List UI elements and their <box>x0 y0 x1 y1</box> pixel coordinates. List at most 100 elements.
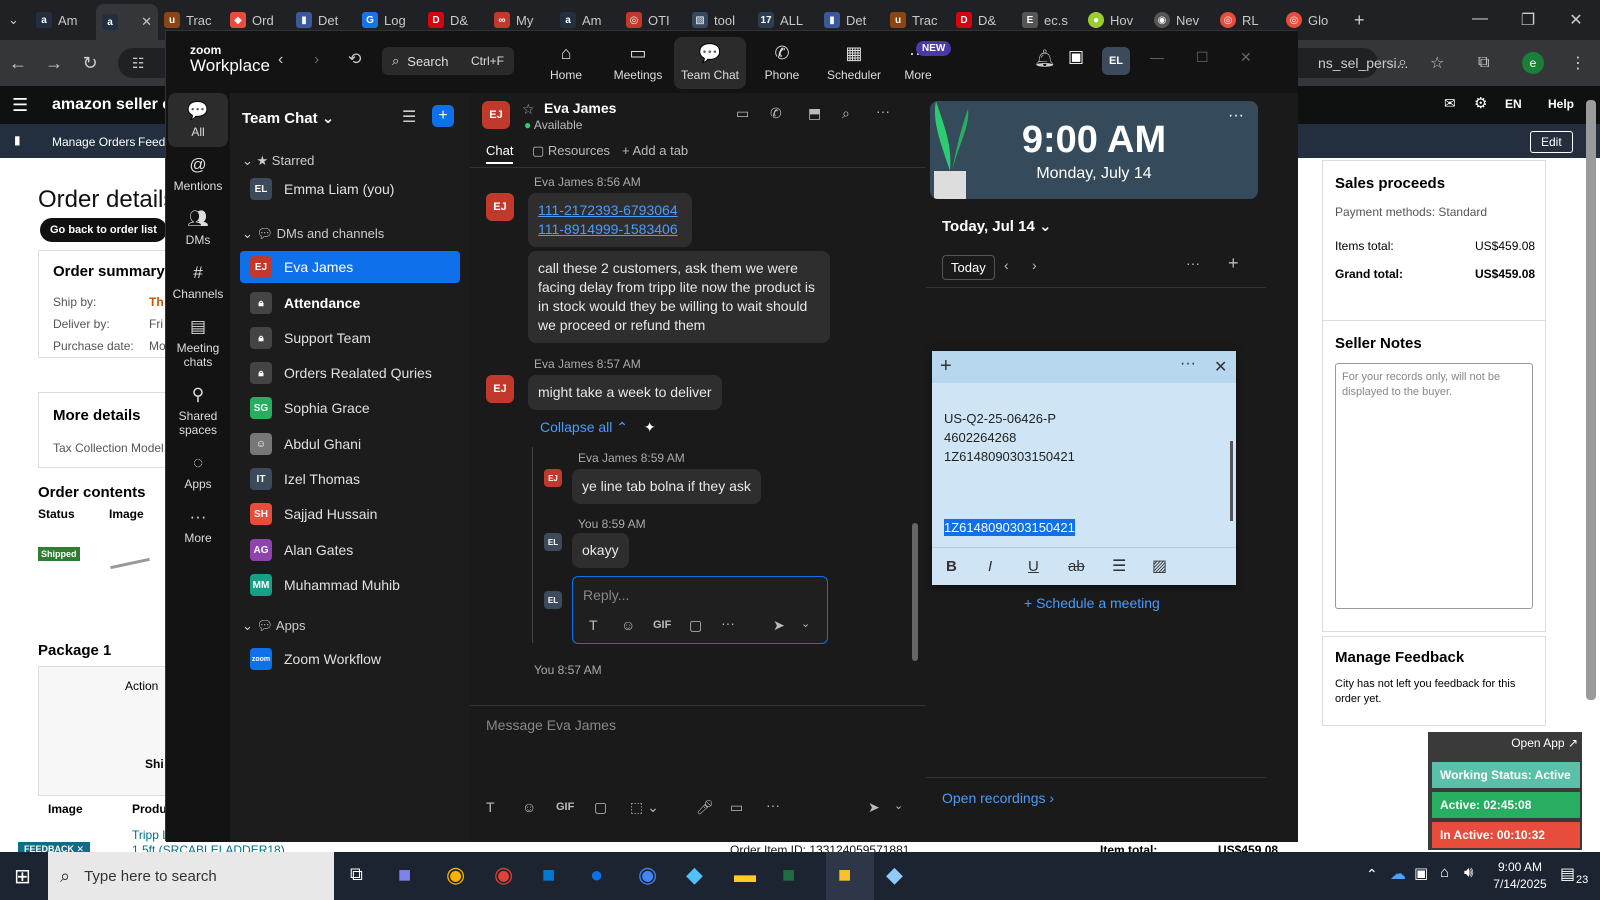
list-icon[interactable]: ☰ <box>1112 556 1126 576</box>
gift-icon[interactable]: ▣ <box>1068 47 1084 67</box>
app-icon[interactable]: ◆ <box>686 862 703 888</box>
send-icon[interactable]: ➤ <box>773 617 785 634</box>
next-day-icon[interactable]: › <box>1032 257 1037 273</box>
channel-attendance[interactable]: 🔒︎ Attendance <box>240 287 460 319</box>
format-text-icon[interactable]: T <box>589 617 598 633</box>
reply-input-box[interactable]: Reply... T ☺ GIF ▢ ··· ➤ ⌄ <box>572 576 828 644</box>
reload-icon[interactable]: ↻ <box>72 53 108 74</box>
share-screen-icon[interactable]: ⬒ <box>808 105 821 122</box>
thread-avatar[interactable]: EJ <box>544 469 562 487</box>
add-event-icon[interactable]: + <box>1228 253 1239 274</box>
open-app-button[interactable]: Open App ↗ <box>1511 736 1578 750</box>
gear-icon[interactable]: ⚙ <box>1474 94 1487 112</box>
list-title[interactable]: Team Chat ⌄ <box>242 109 334 127</box>
note-scrollbar[interactable] <box>1230 441 1233 521</box>
seller-notes-textarea[interactable]: For your records only, will not be displ… <box>1335 363 1533 609</box>
phone-call-icon[interactable]: ✆ <box>770 105 782 122</box>
rail-all[interactable]: 💬 All <box>168 93 228 147</box>
tab-team-chat[interactable]: 💬 Team Chat <box>674 37 746 89</box>
rail-dms[interactable]: 👥︎ DMs <box>168 201 228 255</box>
more-icon[interactable]: ··· <box>721 615 735 631</box>
tray-chevron-icon[interactable]: ⌃ <box>1366 866 1378 883</box>
bookmark-icon[interactable]: ▮ <box>14 133 21 147</box>
italic-icon[interactable]: I <box>988 558 992 575</box>
more-options-icon[interactable]: ··· <box>876 103 890 119</box>
rail-mentions[interactable]: @ Mentions <box>168 147 228 201</box>
dms-section[interactable]: ⌄ 💬︎ DMs and channels <box>242 226 384 242</box>
tab-meetings[interactable]: ▭ Meetings <box>602 37 674 89</box>
contact-muhammad-muhib[interactable]: MM Muhammad Muhib <box>240 569 460 601</box>
restore-icon[interactable]: ❐ <box>1504 10 1552 30</box>
channel-support-team[interactable]: 🔒︎ Support Team <box>240 322 460 354</box>
tab-scheduler[interactable]: ▦ Scheduler <box>818 37 890 89</box>
browser-tab-active[interactable]: a ✕ <box>96 4 158 40</box>
extensions-icon[interactable]: ⧉ <box>1478 54 1489 72</box>
emoji-icon[interactable]: ☺ <box>621 617 635 633</box>
chrome-icon[interactable]: ◉ <box>446 862 465 888</box>
tab-chat[interactable]: Chat <box>486 143 514 164</box>
filter-icon[interactable]: ☰ <box>402 107 416 127</box>
chevron-down-icon[interactable]: ⌄ <box>801 617 810 630</box>
new-note-icon[interactable]: + <box>940 355 952 378</box>
tab-add[interactable]: + Add a tab <box>622 143 688 158</box>
apps-section[interactable]: ⌄ 💬︎ Apps <box>242 618 306 634</box>
maximize-icon[interactable]: ☐ <box>1196 49 1209 66</box>
bell-icon[interactable]: 🔔︎ <box>1034 49 1056 69</box>
mail-icon[interactable]: ✉ <box>1444 95 1456 112</box>
minimize-icon[interactable]: — <box>1150 49 1164 65</box>
file-icon[interactable]: ▢ <box>594 799 607 816</box>
starred-section[interactable]: ⌄ ★ Starred <box>242 153 314 169</box>
emoji-icon[interactable]: ☺ <box>522 799 536 815</box>
gif-button[interactable]: GIF <box>653 619 671 631</box>
message-avatar[interactable]: EJ <box>486 193 514 221</box>
rail-meeting-chats[interactable]: ▤ Meeting chats <box>168 309 228 377</box>
chrome-icon[interactable]: ◉ <box>638 862 657 888</box>
bold-icon[interactable]: B <box>946 558 957 575</box>
hamburger-icon[interactable]: ☰ <box>12 95 28 116</box>
zoom-user-avatar[interactable]: EL <box>1102 47 1130 75</box>
file-icon[interactable]: ▢ <box>689 617 702 634</box>
network-icon[interactable]: ⌂ <box>1440 864 1449 881</box>
today-button[interactable]: Today <box>942 255 995 280</box>
screenshot-icon[interactable]: ⬚ ⌄ <box>630 799 659 816</box>
tab-search-icon[interactable]: ⌄ <box>8 12 30 28</box>
notification-icon[interactable]: ▤ <box>1560 864 1575 884</box>
more-options-icon[interactable]: ··· <box>1228 107 1244 125</box>
clock[interactable]: 9:00 AM 7/14/2025 <box>1488 859 1552 893</box>
channel-orders[interactable]: 🔒︎ Orders Realated Quries <box>240 357 460 389</box>
tray-icon[interactable]: ▣ <box>1414 864 1428 882</box>
star-icon[interactable]: ☆ <box>522 101 535 118</box>
chevron-down-icon[interactable]: ⌄ <box>894 799 903 812</box>
send-icon[interactable]: ➤ <box>868 799 880 816</box>
close-icon[interactable]: ✕ <box>1240 49 1252 66</box>
onedrive-icon[interactable]: ☁ <box>1390 864 1406 884</box>
menu-icon[interactable]: ⋮ <box>1570 53 1586 73</box>
note-menu-icon[interactable]: ··· <box>1180 355 1196 373</box>
sticky-notes-icon[interactable]: ■ <box>838 862 851 888</box>
forward-icon[interactable]: → <box>36 53 72 74</box>
teams-icon[interactable]: ■ <box>398 862 411 888</box>
image-icon[interactable]: ▨ <box>1152 556 1167 576</box>
rail-apps[interactable]: ◌ Apps <box>168 445 228 499</box>
zoom-search-input[interactable]: ⌕ Search Ctrl+F <box>382 47 514 75</box>
note-selected-text[interactable]: 1Z6148090303150421 <box>944 519 1075 536</box>
outlook-icon[interactable]: ■ <box>542 862 555 888</box>
windows-start-icon[interactable]: ⊞ <box>14 864 31 889</box>
volume-icon[interactable]: 🔊︎ <box>1464 864 1473 881</box>
back-icon[interactable]: ← <box>0 53 36 74</box>
browser-tab[interactable]: a Am <box>30 4 96 36</box>
gif-button[interactable]: GIF <box>556 801 574 813</box>
more-options-icon[interactable]: ··· <box>1186 255 1200 271</box>
bookmark-star-icon[interactable]: ☆ <box>1430 53 1444 73</box>
excel-icon[interactable]: ■ <box>782 862 795 888</box>
task-view-icon[interactable]: ⧉ <box>350 864 363 885</box>
zoom-app-icon[interactable]: ● <box>590 862 603 888</box>
contact-alan-gates[interactable]: AG Alan Gates <box>240 534 460 566</box>
history-icon[interactable]: ⟲ <box>348 49 361 69</box>
open-recordings-link[interactable]: Open recordings › <box>942 790 1054 806</box>
tab-phone[interactable]: ✆ Phone <box>746 37 818 89</box>
thread-avatar[interactable]: EL <box>544 533 562 551</box>
rail-shared-spaces[interactable]: ⚲ Shared spaces <box>168 377 228 445</box>
rail-more[interactable]: ··· More <box>168 499 228 553</box>
contact-sophia-grace[interactable]: SG Sophia Grace <box>240 392 460 424</box>
